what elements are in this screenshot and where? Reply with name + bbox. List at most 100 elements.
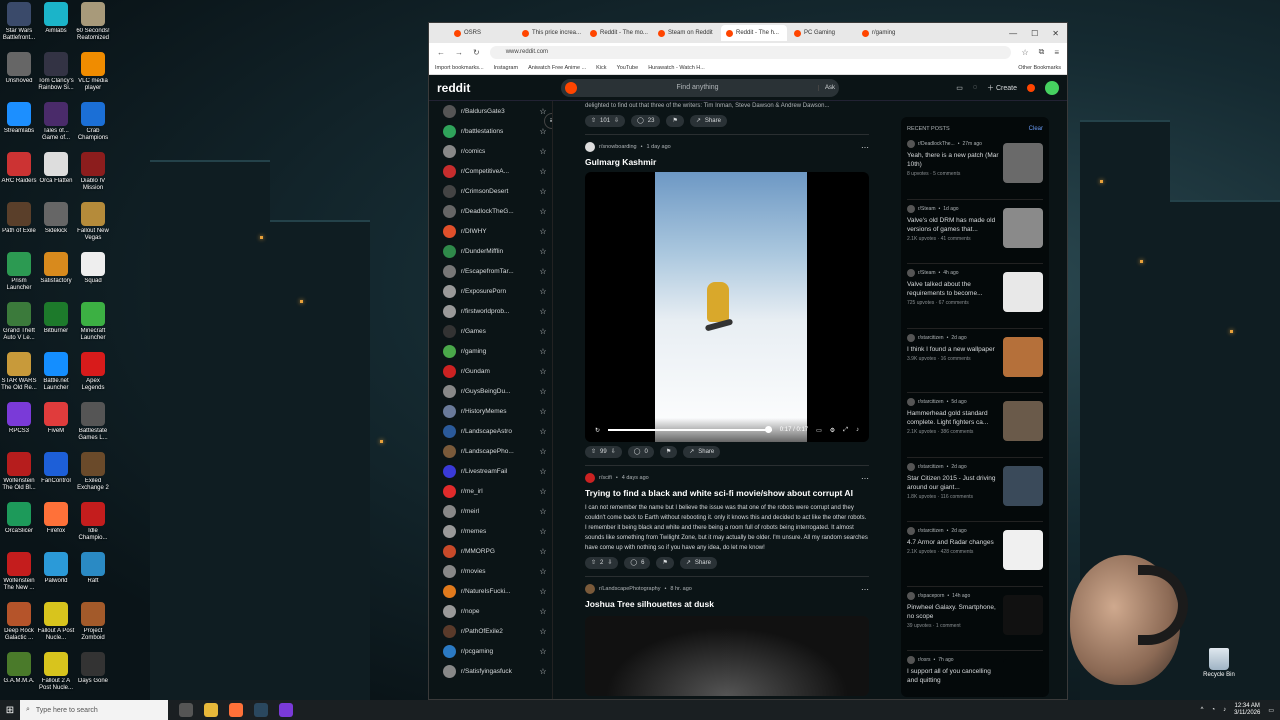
clear-button[interactable]: Clear	[1029, 126, 1043, 132]
favorite-star-icon[interactable]: ☆	[534, 607, 552, 616]
sidebar-subreddit-item[interactable]: r/comics ☆	[443, 141, 552, 161]
desktop-icon[interactable]: Days Gone	[74, 652, 112, 685]
sidebar-subreddit-item[interactable]: r/LandscapeAstro ☆	[443, 421, 552, 441]
favorite-star-icon[interactable]: ☆	[534, 207, 552, 216]
desktop-icon[interactable]: Diablo IV Mission	[74, 152, 112, 192]
sidebar-subreddit-item[interactable]: r/me_irl ☆	[443, 481, 552, 501]
network-icon[interactable]: ◔	[1211, 707, 1215, 713]
recent-post-item[interactable]: r/DeadlockThe... • 27m ago Yeah, there is a…	[907, 135, 1043, 200]
sidebar-subreddit-item[interactable]: r/gaming ☆	[443, 341, 552, 361]
desktop-icon[interactable]: Streamlabs	[0, 102, 38, 135]
desktop-icon[interactable]: Fallout New Vegas	[74, 202, 112, 242]
desktop-icon[interactable]: Tom Clancy's Rainbow Si...	[37, 52, 75, 92]
advertise-icon[interactable]: ▭	[956, 84, 963, 92]
progress-knob[interactable]	[764, 426, 772, 433]
video-progress[interactable]	[608, 426, 772, 433]
sidebar-subreddit-item[interactable]: r/pcgaming ☆	[443, 641, 552, 661]
sidebar-subreddit-item[interactable]: r/battlestations ☆	[443, 121, 552, 141]
bookmark-item[interactable]: Kick	[596, 65, 606, 71]
desktop-icon[interactable]: G.A.M.M.A.	[0, 652, 38, 685]
desktop-icon[interactable]: Squad	[74, 252, 112, 285]
favorite-star-icon[interactable]: ☆	[534, 387, 552, 396]
steam-icon[interactable]	[254, 703, 268, 717]
sidebar-subreddit-item[interactable]: r/firstworldprob... ☆	[443, 301, 552, 321]
sidebar-subreddit-item[interactable]: r/Satisfyingasfuck ☆	[443, 661, 552, 681]
bookmark-item[interactable]: Instagram	[494, 65, 518, 71]
bookmark-item[interactable]: Aniwatch Free Anime ...	[528, 65, 586, 71]
desktop-icon[interactable]: Star Wars Battlefront...	[0, 2, 38, 42]
favorite-star-icon[interactable]: ☆	[534, 287, 552, 296]
sidebar-subreddit-item[interactable]: r/movies ☆	[443, 561, 552, 581]
desktop-icon[interactable]: Project Zomboid	[74, 602, 112, 642]
desktop-icon[interactable]: Sidekick	[37, 202, 75, 235]
desktop-icon[interactable]: Battlestate Games L...	[74, 402, 112, 442]
favorite-star-icon[interactable]: ☆	[534, 267, 552, 276]
desktop-icon[interactable]: Fallout A Post Nucle...	[37, 602, 75, 642]
back-icon[interactable]: ←	[437, 48, 445, 57]
sidebar-subreddit-item[interactable]: r/LivestreamFail ☆	[443, 461, 552, 481]
subreddit-name[interactable]: r/snowboarding	[599, 144, 637, 150]
desktop-icon[interactable]: Orca Flatten	[37, 152, 75, 185]
taskbar-search[interactable]: ⌕ Type here to search	[20, 700, 168, 720]
desktop-icon[interactable]: Raft	[74, 552, 112, 585]
sidebar-subreddit-item[interactable]: r/MMORPG ☆	[443, 541, 552, 561]
desktop-icon[interactable]: VLC media player	[74, 52, 112, 92]
create-button[interactable]: ＋ Create	[987, 83, 1017, 93]
share-button[interactable]: ↗ Share	[689, 115, 727, 127]
favorite-star-icon[interactable]: ☆	[534, 527, 552, 536]
more-options-icon[interactable]: ⋯	[861, 474, 869, 483]
minimize-icon[interactable]: —	[1009, 29, 1017, 38]
browser-tab[interactable]: r/gaming	[857, 25, 923, 41]
post-card[interactable]: r/LandscapePhotography • 8 hr. ago ⋯ Jos…	[585, 576, 869, 696]
favorite-star-icon[interactable]: ☆	[534, 427, 552, 436]
settings-icon[interactable]: ⚙	[830, 427, 835, 434]
vote-button[interactable]: ⇧ 101 ⇩	[585, 115, 626, 127]
share-button[interactable]: ↗ Share	[679, 557, 717, 569]
volume-icon[interactable]: ♪	[856, 427, 859, 433]
desktop-icon[interactable]: Firefox	[37, 502, 75, 535]
maximize-icon[interactable]: ☐	[1031, 29, 1038, 38]
captions-icon[interactable]: ▭	[816, 427, 822, 434]
sidebar-subreddit-item[interactable]: r/LandscapePho... ☆	[443, 441, 552, 461]
notifications-icon[interactable]: ▭	[1268, 707, 1274, 714]
recent-post-item[interactable]: r/osrs • 7h ago I support all of you cancel…	[907, 651, 1043, 697]
post-card[interactable]: r/scifi • 4 days ago ⋯ Trying to find a …	[585, 465, 869, 570]
desktop-icon[interactable]: Bitburner	[37, 302, 75, 335]
desktop-icon[interactable]: STAR WARS The Old Re...	[0, 352, 38, 392]
sidebar-subreddit-item[interactable]: r/GuysBeingDu... ☆	[443, 381, 552, 401]
desktop-icon[interactable]: 60 Seconds! Reatomized	[74, 2, 112, 42]
favorite-star-icon[interactable]: ☆	[534, 627, 552, 636]
desktop-icon[interactable]: Idle Champio...	[74, 502, 112, 542]
sidebar-subreddit-item[interactable]: r/NatureIsFucki... ☆	[443, 581, 552, 601]
desktop-icon[interactable]: Prism Launcher	[0, 252, 38, 292]
recent-post-item[interactable]: r/starcitizen • 2d ago I think I found a ne…	[907, 329, 1043, 393]
recycle-bin[interactable]: Recycle Bin	[1200, 648, 1238, 678]
post-title[interactable]: Trying to find a black and white sci-fi …	[585, 488, 869, 499]
desktop-icon[interactable]: Grand Theft Auto V Le...	[0, 302, 38, 342]
more-options-icon[interactable]: ⋯	[861, 143, 869, 152]
sidebar-subreddit-item[interactable]: r/CrimsonDesert ☆	[443, 181, 552, 201]
comments-button[interactable]: ◯ 0	[627, 446, 654, 458]
fullscreen-icon[interactable]: ⤢	[843, 427, 848, 434]
chat-icon[interactable]: ◌	[973, 84, 977, 91]
favorite-star-icon[interactable]: ☆	[534, 467, 552, 476]
recent-post-item[interactable]: r/starcitizen • 5d ago Hammerhead gold stan…	[907, 393, 1043, 458]
sidebar-subreddit-item[interactable]: r/HistoryMemes ☆	[443, 401, 552, 421]
sidebar-subreddit-item[interactable]: r/DunderMifflin ☆	[443, 241, 552, 261]
task-view-icon[interactable]	[179, 703, 193, 717]
favorite-star-icon[interactable]: ☆	[534, 487, 552, 496]
sidebar-subreddit-item[interactable]: r/DeadlockTheG... ☆	[443, 201, 552, 221]
desktop-icon[interactable]: Tales of... Game of...	[37, 102, 75, 142]
bookmark-item[interactable]: Hurawatch - Watch H...	[648, 65, 705, 71]
sidebar-subreddit-item[interactable]: r/DIWHY ☆	[443, 221, 552, 241]
browser-icon[interactable]	[279, 703, 293, 717]
volume-icon[interactable]: ♪	[1223, 707, 1226, 713]
favorite-star-icon[interactable]: ☆	[534, 167, 552, 176]
tray-arrow-icon[interactable]: ^	[1201, 707, 1204, 713]
vote-button[interactable]: ⇧ 2 ⇩	[585, 557, 619, 569]
close-icon[interactable]: ✕	[1052, 29, 1059, 38]
menu-icon[interactable]: ≡	[1054, 48, 1059, 57]
post-title[interactable]: Joshua Tree silhouettes at dusk	[585, 599, 869, 610]
desktop-icon[interactable]: Minecraft Launcher	[74, 302, 112, 342]
post-title[interactable]: Gulmarg Kashmir	[585, 157, 869, 168]
